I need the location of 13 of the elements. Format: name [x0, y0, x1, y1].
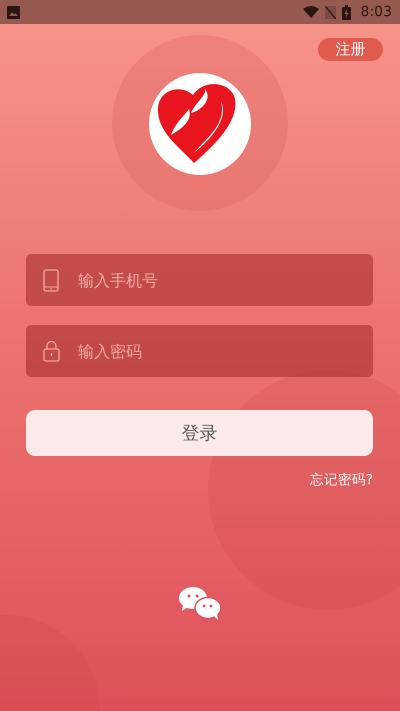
wifi-icon: [302, 6, 319, 18]
battery-icon: [342, 4, 351, 20]
register-button[interactable]: 注册: [318, 38, 383, 61]
password-field[interactable]: 输入密码: [26, 325, 373, 377]
chat-bubbles-icon: [178, 585, 223, 621]
no-sim-icon: [324, 6, 336, 18]
status-time: 8:03: [360, 4, 392, 20]
phone-field[interactable]: 输入手机号: [26, 254, 373, 306]
lock-icon: [43, 340, 60, 362]
forgot-password-link[interactable]: 忘记密码?: [310, 471, 373, 489]
login-button[interactable]: 登录: [26, 410, 373, 456]
image-icon: [7, 6, 20, 18]
phone-icon: [43, 269, 59, 292]
